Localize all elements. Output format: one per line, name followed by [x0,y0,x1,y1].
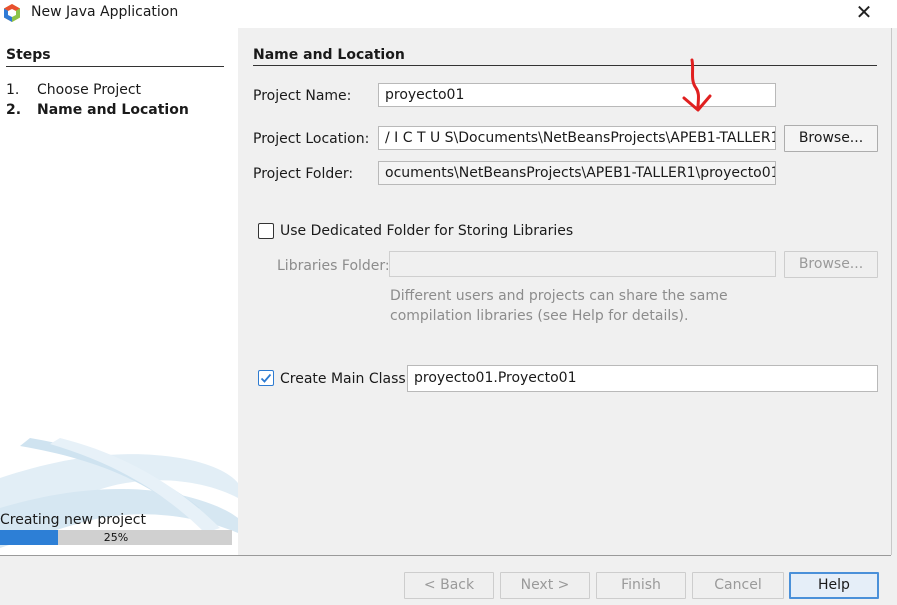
window-right-border [891,28,892,555]
window-title: New Java Application [31,4,179,20]
project-folder-label: Project Folder: [253,166,354,182]
steps-divider [6,66,224,67]
project-name-label: Project Name: [253,88,352,104]
step-label: Choose Project [37,82,142,98]
panel-heading: Name and Location [253,47,405,63]
next-button[interactable]: Next > [500,572,590,599]
create-main-class-checkbox[interactable] [258,370,274,386]
netbeans-logo-icon [4,4,20,22]
back-button[interactable]: < Back [404,572,494,599]
progress-label: Creating new project [0,512,146,528]
title-bar: New Java Application ✕ [0,0,897,28]
libraries-folder-input[interactable] [389,251,776,277]
help-button[interactable]: Help [789,572,879,599]
browse-button[interactable]: Browse... [784,125,878,152]
hint-line-2: compilation libraries (see Help for deta… [390,308,689,324]
panel-divider [253,65,877,66]
progress-bar: 25% [0,530,232,545]
libraries-browse-button[interactable]: Browse... [784,251,878,278]
steps-heading: Steps [6,47,51,63]
dedicated-folder-checkbox[interactable] [258,223,274,239]
step-number: 1. [6,82,20,98]
dedicated-folder-label[interactable]: Use Dedicated Folder for Storing Librari… [280,223,573,239]
steps-pane: Steps 1. Choose Project 2. Name and Locati… [0,28,238,555]
project-location-input[interactable]: / I C T U S\Documents\NetBeansProjects\A… [378,126,776,150]
main-class-input[interactable]: proyecto01.Proyecto01 [407,365,878,392]
annotation-arrow-icon [682,58,712,112]
close-icon[interactable]: ✕ [848,0,880,26]
checkmark-icon [260,373,272,383]
cancel-button[interactable]: Cancel [692,572,784,599]
step-number: 2. [6,102,22,118]
finish-button[interactable]: Finish [596,572,686,599]
project-location-label: Project Location: [253,131,370,147]
hint-line-1: Different users and projects can share t… [390,288,728,304]
step-item-name-location: 2. Name and Location [6,102,189,118]
footer-divider [0,555,891,556]
libraries-folder-label: Libraries Folder: [277,258,390,274]
libraries-hint: Different users and projects can share t… [390,286,750,326]
project-folder-field[interactable]: ocuments\NetBeansProjects\APEB1-TALLER1\… [378,161,776,185]
step-label: Name and Location [37,102,189,118]
create-main-class-label[interactable]: Create Main Class [280,371,406,387]
project-location-value: / I C T U S\Documents\NetBeansProjects\A… [385,130,776,146]
progress-percent: 25% [103,531,129,544]
step-item-choose-project: 1. Choose Project [6,82,141,98]
